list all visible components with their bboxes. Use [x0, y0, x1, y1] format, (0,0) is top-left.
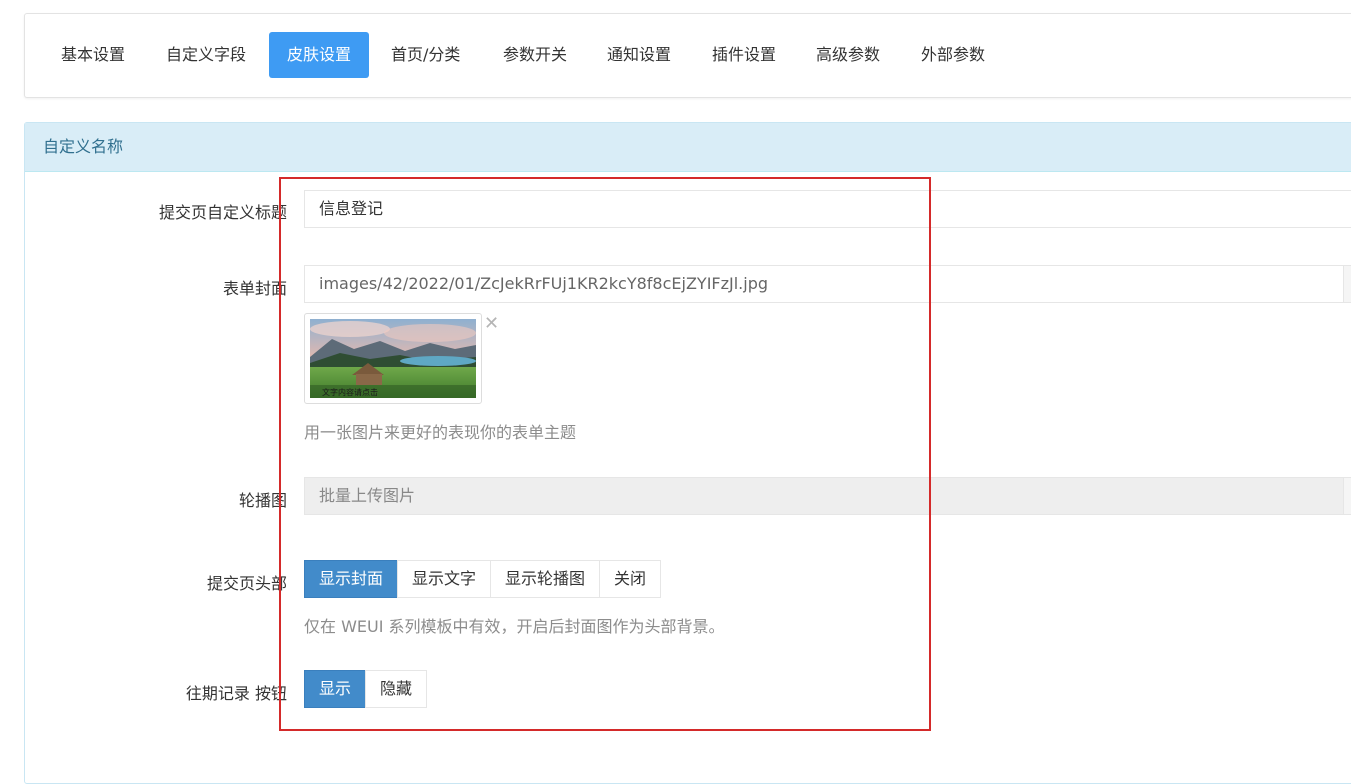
landscape-image: 文字内容请点击	[310, 319, 476, 398]
tab-custom-fields[interactable]: 自定义字段	[148, 32, 264, 78]
submit-title-input[interactable]: 信息登记	[304, 190, 1351, 228]
remove-cover-icon[interactable]: ✕	[484, 314, 499, 334]
history-option-show[interactable]: 显示	[304, 670, 367, 708]
history-button-label: 往期记录 按钮	[185, 684, 287, 703]
header-option-show-carousel[interactable]: 显示轮播图	[490, 560, 601, 598]
tab-skin-settings[interactable]: 皮肤设置	[269, 32, 370, 78]
cover-upload-addon[interactable]	[1343, 265, 1351, 303]
cover-help-text: 用一张图片来更好的表现你的表单主题	[304, 423, 577, 442]
tab-notify-settings[interactable]: 通知设置	[589, 32, 689, 78]
tab-param-switches[interactable]: 参数开关	[485, 32, 585, 78]
carousel-upload-input[interactable]: 批量上传图片	[304, 477, 1344, 515]
settings-tabs-bar: 基本设置 自定义字段 皮肤设置 首页/分类 参数开关 通知设置 插件设置 高级参…	[24, 13, 1351, 98]
tab-basic-settings[interactable]: 基本设置	[43, 32, 143, 78]
history-button-option-group: 显示 隐藏	[304, 670, 428, 708]
cover-path-input[interactable]: images/42/2022/01/ZcJekRrFUj1KR2kcY8f8cE…	[304, 265, 1344, 303]
header-option-group: 显示封面 显示文字 显示轮播图 关闭	[304, 560, 662, 598]
carousel-upload-addon[interactable]	[1343, 477, 1351, 515]
cover-label: 表单封面	[222, 279, 287, 298]
panel-title: 自定义名称	[25, 123, 1351, 172]
tab-home-category[interactable]: 首页/分类	[373, 32, 478, 78]
header-help-text: 仅在 WEUI 系列模板中有效，开启后封面图作为头部背景。	[304, 617, 725, 636]
carousel-label: 轮播图	[238, 491, 287, 510]
header-option-show-text[interactable]: 显示文字	[397, 560, 492, 598]
tab-external-params[interactable]: 外部参数	[903, 32, 1003, 78]
history-option-hide[interactable]: 隐藏	[365, 670, 428, 708]
header-option-show-cover[interactable]: 显示封面	[304, 560, 399, 598]
tab-plugin-settings[interactable]: 插件设置	[694, 32, 794, 78]
tab-advanced-params[interactable]: 高级参数	[798, 32, 898, 78]
header-option-off[interactable]: 关闭	[599, 560, 662, 598]
thumb-caption: 文字内容请点击	[322, 387, 378, 397]
submit-title-label: 提交页自定义标题	[158, 203, 287, 222]
cover-thumbnail[interactable]: 文字内容请点击	[304, 313, 482, 404]
header-label: 提交页头部	[206, 574, 287, 593]
